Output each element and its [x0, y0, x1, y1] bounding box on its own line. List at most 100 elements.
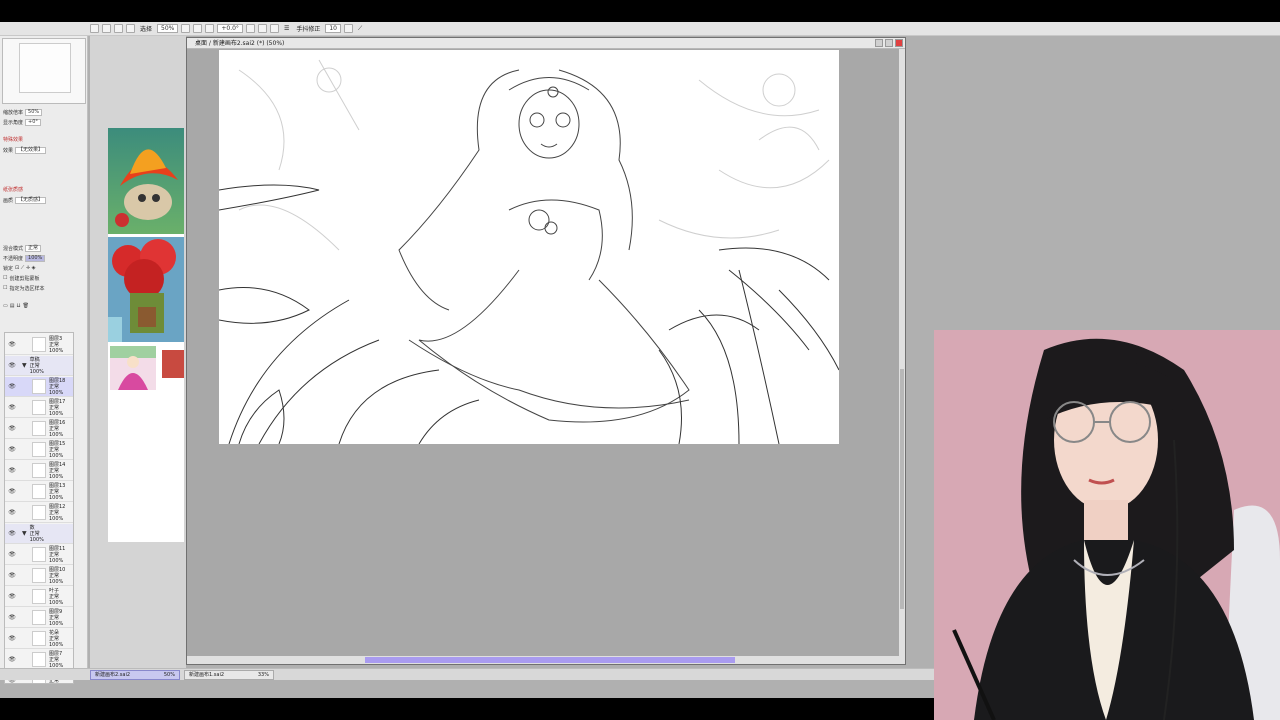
visibility-eye-icon[interactable]: 👁	[8, 383, 16, 391]
opacity-slider[interactable]: 100%	[25, 254, 46, 262]
zoom-reset-icon[interactable]	[205, 24, 215, 33]
visibility-eye-icon[interactable]: 👁	[8, 551, 16, 559]
doc-tab-2[interactable]: 新建画布1.sai2 33%	[184, 669, 274, 680]
reference-image-princess[interactable]	[110, 346, 156, 390]
rotate-left-icon[interactable]	[245, 24, 255, 33]
layer-name: 图层12	[49, 503, 66, 510]
close-icon[interactable]	[895, 39, 903, 47]
zoom-in-icon[interactable]	[193, 24, 203, 33]
navigator-thumbnail[interactable]	[19, 43, 71, 93]
deselect-icon[interactable]	[114, 24, 123, 33]
horizontal-scroll-thumb[interactable]	[365, 657, 735, 663]
visibility-eye-icon[interactable]: 👁	[8, 341, 16, 349]
layer-list[interactable]: 👁 图层3 正常 100% 👁 ▼ 草稿 正常 100% 👁 图层18 正常 100% 👁 图层17 正常 10…	[4, 332, 74, 684]
lock-label: 锁定	[3, 265, 14, 272]
zoom-field[interactable]: 50%	[157, 24, 179, 33]
layer-row[interactable]: 👁 图层18 正常 100%	[5, 377, 73, 397]
visibility-eye-icon[interactable]: 👁	[8, 404, 16, 412]
drawing-canvas[interactable]	[218, 50, 840, 445]
layer-thumbnail	[32, 484, 46, 499]
select-label[interactable]: 选择	[138, 24, 154, 33]
reference-image-small[interactable]	[162, 350, 184, 378]
layer-row[interactable]: 👁 图层15 正常 100%	[5, 440, 73, 460]
layer-row[interactable]: 👁 ▼ 数正常 100%	[5, 524, 73, 544]
stabilizer-dropdown-icon[interactable]	[343, 24, 353, 33]
navigator-panel[interactable]	[2, 38, 86, 104]
visibility-eye-icon[interactable]: 👁	[8, 572, 16, 580]
group-expand-icon[interactable]: ▼	[22, 362, 27, 369]
empty-workspace	[907, 37, 1280, 352]
effect-select[interactable]: 【无效果】	[15, 146, 47, 154]
delete-layer-icon[interactable]: 🗑	[23, 303, 29, 309]
rotation-field[interactable]: +0.0°	[217, 24, 243, 33]
paper-row: 画质 【无质感】	[3, 196, 85, 204]
lock-icon[interactable]: ⊡ ⟋ ✛ ◈	[15, 265, 36, 271]
layer-row[interactable]: 👁 图层13 正常 100%	[5, 482, 73, 502]
minimize-icon[interactable]	[875, 39, 883, 47]
merge-icon[interactable]: ⇊	[16, 303, 20, 309]
maximize-icon[interactable]	[885, 39, 893, 47]
invert-selection-icon[interactable]	[126, 24, 135, 33]
redo-icon[interactable]	[102, 24, 111, 33]
layer-thumbnail	[32, 568, 46, 583]
layer-row[interactable]: 👁 图层17 正常 100%	[5, 398, 73, 418]
stabilizer-field[interactable]: 10	[325, 24, 341, 33]
layer-name: 图层13	[49, 482, 66, 489]
paper-section-title[interactable]: 纸张质感	[3, 186, 23, 193]
zoom-out-icon[interactable]	[181, 24, 191, 33]
vertical-scrollbar[interactable]	[899, 49, 905, 659]
visibility-eye-icon[interactable]: 👁	[8, 635, 16, 643]
group-expand-icon[interactable]: ▼	[22, 530, 27, 537]
visibility-eye-icon[interactable]: 👁	[8, 509, 16, 517]
flip-icon[interactable]	[269, 24, 279, 33]
reference-image-tree[interactable]	[108, 237, 184, 342]
clip-row[interactable]: ☐ 创建剪贴蒙板	[3, 274, 85, 282]
canvas-title[interactable]: 桌面 / 新建画布2.sai2 (*) (50%)	[187, 38, 905, 49]
blend-select[interactable]: 正常	[25, 244, 42, 252]
layer-opacity: 100%	[49, 578, 64, 585]
background-sketch	[238, 59, 830, 251]
undo-icon[interactable]	[90, 24, 99, 33]
layer-opacity: 100%	[49, 641, 64, 648]
new-group-icon[interactable]: ▤	[10, 303, 15, 309]
clip-checkbox-icon[interactable]: ☐	[3, 275, 7, 281]
layer-row[interactable]: 👁 图层12 正常 100%	[5, 503, 73, 523]
layer-row[interactable]: 👁 图层3 正常 100%	[5, 335, 73, 355]
layer-row[interactable]: 👁 图层9 正常 100%	[5, 608, 73, 628]
doc-tab-1[interactable]: 新建画布2.sai2 50%	[90, 669, 180, 680]
reference-canvas[interactable]	[108, 128, 184, 542]
layer-row[interactable]: 👁 图层11 正常 100%	[5, 545, 73, 565]
zoom-value[interactable]: 50%	[25, 108, 43, 116]
layer-row[interactable]: 👁 图层7 正常 100%	[5, 650, 73, 670]
layer-row[interactable]: 👁 花朵 正常 100%	[5, 629, 73, 649]
sample-row[interactable]: ☐ 指定为选区样本	[3, 284, 85, 292]
visibility-eye-icon[interactable]: 👁	[8, 362, 16, 370]
new-layer-icon[interactable]: ▭	[3, 303, 8, 309]
visibility-eye-icon[interactable]: 👁	[8, 530, 16, 538]
visibility-eye-icon[interactable]: 👁	[8, 467, 16, 475]
layer-row[interactable]: 👁 图层10 正常 100%	[5, 566, 73, 586]
visibility-eye-icon[interactable]: 👁	[8, 446, 16, 454]
visibility-eye-icon[interactable]: 👁	[8, 614, 16, 622]
layer-thumbnail	[32, 547, 46, 562]
layer-row[interactable]: 👁 叶子 正常 100%	[5, 587, 73, 607]
effects-section-title[interactable]: 特殊效果	[3, 136, 23, 143]
visibility-eye-icon[interactable]: 👁	[8, 488, 16, 496]
layer-row[interactable]: 👁 图层14 正常 100%	[5, 461, 73, 481]
visibility-eye-icon[interactable]: 👁	[8, 425, 16, 433]
angle-value[interactable]: +0°	[25, 118, 41, 126]
layer-opacity: 100%	[29, 536, 44, 543]
layer-row[interactable]: 👁 图层16 正常 100%	[5, 419, 73, 439]
layer-thumbnail	[32, 589, 46, 604]
layer-row[interactable]: 👁 ▼ 草稿 正常 100%	[5, 356, 73, 376]
reference-image-mushroom[interactable]	[108, 128, 184, 234]
pen-pressure-icon[interactable]: ⟋	[356, 25, 364, 33]
visibility-eye-icon[interactable]: 👁	[8, 593, 16, 601]
rotate-right-icon[interactable]	[257, 24, 267, 33]
horizontal-scrollbar[interactable]	[187, 656, 905, 664]
stabilizer-label: 手抖修正	[296, 26, 321, 33]
vertical-scroll-thumb[interactable]	[900, 369, 904, 609]
sample-checkbox-icon[interactable]: ☐	[3, 285, 7, 291]
paper-select[interactable]: 【无质感】	[15, 196, 47, 204]
visibility-eye-icon[interactable]: 👁	[8, 656, 16, 664]
